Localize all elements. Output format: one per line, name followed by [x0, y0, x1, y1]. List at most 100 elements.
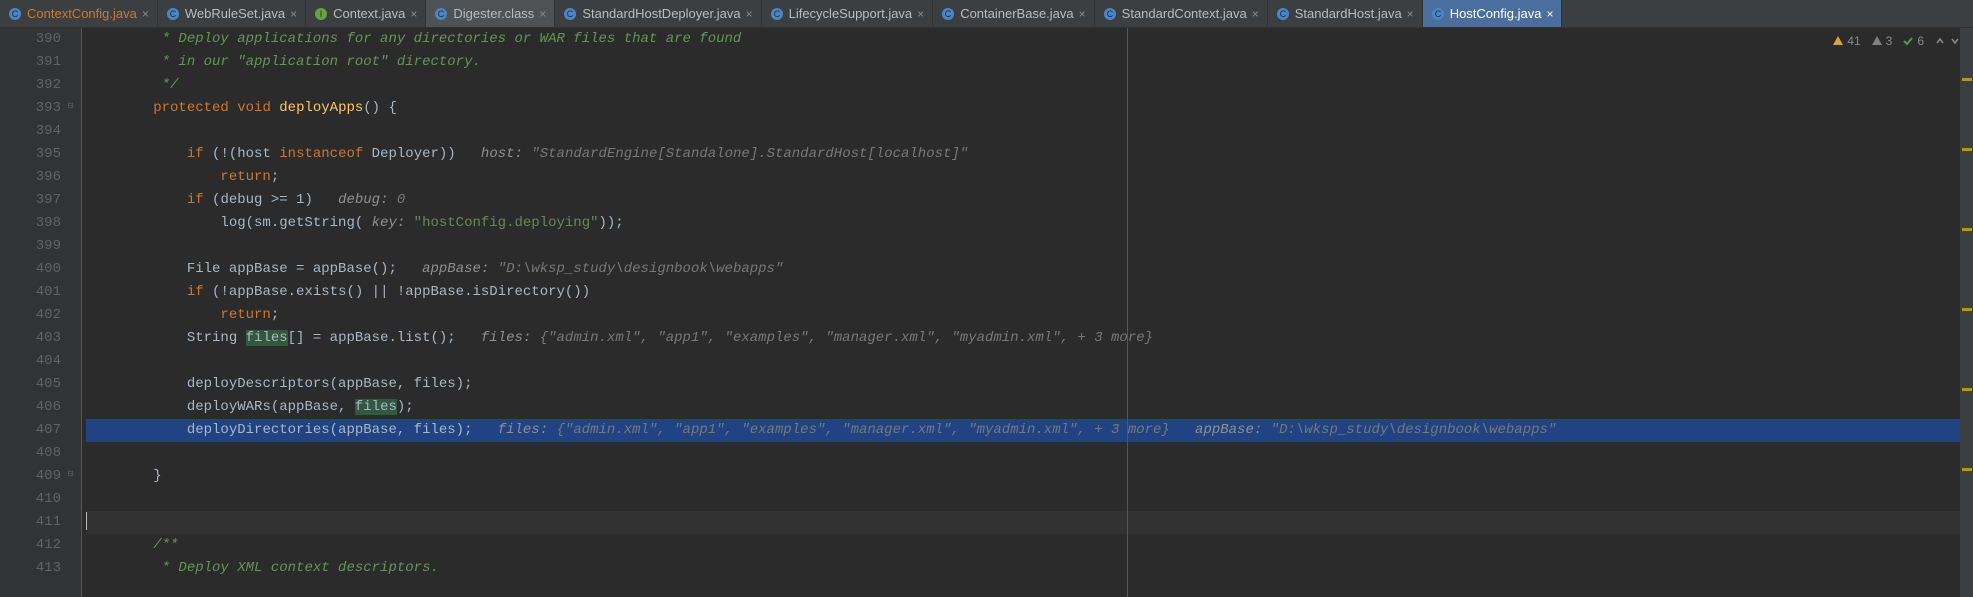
line-number: 400 [0, 258, 61, 281]
line-number: 392 [0, 74, 61, 97]
line-number: 398 [0, 212, 61, 235]
tab-label: Context.java [333, 6, 405, 21]
svg-text:C: C [1279, 9, 1286, 19]
java-class-icon: C [770, 7, 784, 21]
line-number: 401 [0, 281, 61, 304]
line-number: 412 [0, 534, 61, 557]
close-icon[interactable]: × [142, 7, 149, 21]
code-line [86, 442, 1960, 465]
scroll-marker[interactable] [1962, 388, 1972, 391]
code-line [86, 350, 1960, 373]
java-interface-icon: I [314, 7, 328, 21]
scroll-marker[interactable] [1962, 78, 1972, 81]
code-line [86, 488, 1960, 511]
line-number: 399 [0, 235, 61, 258]
line-number: 413 [0, 557, 61, 580]
svg-text:I: I [320, 9, 323, 19]
gutter[interactable]: 390 391 392 393 394 395 396 397 398 399 … [0, 28, 82, 597]
tab-label: ContainerBase.java [960, 6, 1073, 21]
fold-area: ⊟ ⊟ [66, 28, 78, 597]
tab-label: StandardHost.java [1295, 6, 1402, 21]
close-icon[interactable]: × [290, 7, 297, 21]
close-icon[interactable]: × [1252, 7, 1259, 21]
java-class-icon: C [1431, 7, 1445, 21]
code-line: if (!appBase.exists() || !appBase.isDire… [86, 281, 1960, 304]
margin-guide [1127, 28, 1128, 597]
java-class-icon: C [166, 7, 180, 21]
line-number: 411 [0, 511, 61, 534]
close-icon[interactable]: × [1079, 7, 1086, 21]
line-number: 404 [0, 350, 61, 373]
tab-containerbase[interactable]: C ContainerBase.java × [933, 0, 1094, 27]
tab-lifecyclesupport[interactable]: C LifecycleSupport.java × [762, 0, 934, 27]
line-number: 390 [0, 28, 61, 51]
code-line: File appBase = appBase(); appBase: "D:\w… [86, 258, 1960, 281]
scroll-marker[interactable] [1962, 308, 1972, 311]
tab-label: StandardContext.java [1122, 6, 1247, 21]
tab-standardhost[interactable]: C StandardHost.java × [1268, 0, 1423, 27]
svg-text:C: C [1106, 9, 1113, 19]
code-line: * Deploy XML context descriptors. [86, 557, 1960, 580]
svg-text:C: C [12, 9, 19, 19]
code-editor[interactable]: 390 391 392 393 394 395 396 397 398 399 … [0, 28, 1973, 597]
java-class-icon: C [434, 7, 448, 21]
line-number: 406 [0, 396, 61, 419]
code-line: /** [86, 534, 1960, 557]
scrollbar[interactable] [1960, 28, 1973, 597]
fold-collapse-icon[interactable]: ⊟ [66, 102, 75, 111]
code-line: return; [86, 166, 1960, 189]
svg-text:C: C [567, 9, 574, 19]
line-number: 405 [0, 373, 61, 396]
tab-label: Digester.class [453, 6, 534, 21]
close-icon[interactable]: × [539, 7, 546, 21]
tab-webruleset[interactable]: C WebRuleSet.java × [158, 0, 306, 27]
code-line: } [86, 465, 1960, 488]
svg-text:C: C [1434, 9, 1441, 19]
code-area[interactable]: * Deploy applications for any directorie… [82, 28, 1960, 597]
caret [86, 512, 87, 530]
code-line: if (debug >= 1) debug: 0 [86, 189, 1960, 212]
code-line: if (!(host instanceof Deployer)) host: "… [86, 143, 1960, 166]
java-class-icon: C [8, 7, 22, 21]
code-line: return; [86, 304, 1960, 327]
svg-text:C: C [773, 9, 780, 19]
close-icon[interactable]: × [1546, 7, 1553, 21]
java-class-icon: C [1103, 7, 1117, 21]
line-number: 397 [0, 189, 61, 212]
tab-label: HostConfig.java [1450, 6, 1542, 21]
code-line: String files[] = appBase.list(); files: … [86, 327, 1960, 350]
code-line [86, 120, 1960, 143]
close-icon[interactable]: × [746, 7, 753, 21]
line-number: 393 [0, 97, 61, 120]
java-class-icon: C [563, 7, 577, 21]
java-class-icon: C [1276, 7, 1290, 21]
tab-standardcontext[interactable]: C StandardContext.java × [1095, 0, 1268, 27]
line-number: 402 [0, 304, 61, 327]
editor-tabs: C ContextConfig.java × C WebRuleSet.java… [0, 0, 1973, 28]
svg-text:C: C [170, 9, 177, 19]
scroll-marker[interactable] [1962, 228, 1972, 231]
fold-end-icon[interactable]: ⊟ [66, 470, 75, 479]
line-number: 409 [0, 465, 61, 488]
tab-hostconfig[interactable]: C HostConfig.java × [1423, 0, 1563, 27]
tab-standardhostdeployer[interactable]: C StandardHostDeployer.java × [555, 0, 761, 27]
line-number: 403 [0, 327, 61, 350]
tab-digester[interactable]: C Digester.class × [426, 0, 555, 27]
code-line: log(sm.getString( key: "hostConfig.deplo… [86, 212, 1960, 235]
close-icon[interactable]: × [917, 7, 924, 21]
code-line: protected void deployApps() { [86, 97, 1960, 120]
tab-contextconfig[interactable]: C ContextConfig.java × [0, 0, 158, 27]
tab-label: LifecycleSupport.java [789, 6, 913, 21]
code-line: * in our "application root" directory. [86, 51, 1960, 74]
code-line: deployDescriptors(appBase, files); [86, 373, 1960, 396]
close-icon[interactable]: × [410, 7, 417, 21]
line-number: 394 [0, 120, 61, 143]
code-line: deployWARs(appBase, files); [86, 396, 1960, 419]
close-icon[interactable]: × [1407, 7, 1414, 21]
scroll-marker[interactable] [1962, 468, 1972, 471]
tab-context[interactable]: I Context.java × [306, 0, 426, 27]
scroll-marker[interactable] [1962, 148, 1972, 151]
tab-label: ContextConfig.java [27, 6, 137, 21]
code-line: * Deploy applications for any directorie… [86, 28, 1960, 51]
code-line [86, 511, 1960, 534]
